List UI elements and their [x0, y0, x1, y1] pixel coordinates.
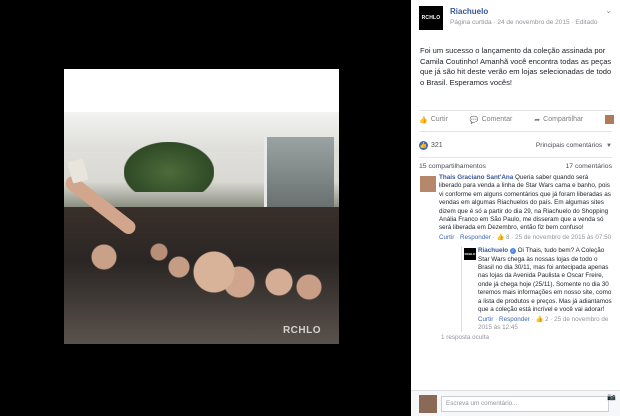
comment-body: Thais Graciano Sant'Ana Queria saber qua… — [439, 174, 612, 233]
reply-reply-link[interactable]: Responder — [499, 316, 530, 323]
comment-date[interactable]: 25 de novembro de 2015 às 07:50 — [515, 234, 611, 241]
like-button[interactable]: 👍 Curtir — [419, 116, 448, 124]
photo-viewer: RCHLO — [0, 0, 411, 416]
post-photo[interactable]: RCHLO — [64, 69, 339, 344]
reply-avatar[interactable]: RCHLO — [464, 248, 476, 261]
like-badge-icon: 👍 — [419, 140, 428, 150]
reply-text: Oi Thais, tudo bem? A Coleção Star Wars … — [478, 247, 612, 314]
avatar — [419, 395, 437, 413]
share-label: Compartilhar — [543, 116, 584, 123]
photo-crowd — [64, 207, 339, 344]
reply-reaction-count[interactable]: 2 — [545, 316, 549, 323]
reply-meta: Curtir · Responder · 👍 2 · 25 de novembr… — [478, 315, 609, 331]
comment-reaction-icon: 👍 — [496, 233, 505, 241]
comment-sort-dropdown[interactable]: Principais comentários ▼ — [536, 142, 612, 149]
commenter-avatar[interactable] — [420, 176, 436, 192]
shares-count-link[interactable]: 15 compartilhamentos — [419, 163, 486, 174]
comment-reaction-count[interactable]: 8 — [506, 234, 510, 241]
post-text: Foi um sucesso o lançamento da coleção a… — [420, 46, 612, 87]
comment-button[interactable]: 💬 Comentar — [470, 116, 512, 124]
reply-item: RCHLO Riachuelo ✓ Oi Thais, tudo bem? A … — [461, 246, 612, 333]
reply-date[interactable]: 25 de novembro de 2015 às 12:45 — [478, 316, 608, 331]
post-actions: 👍 Curtir 💬 Comentar ➦ Compartilhar ▼ — [419, 110, 620, 126]
reply-author-link[interactable]: Riachuelo — [478, 247, 508, 254]
comment-meta: Curtir · Responder · 👍 8 · 25 de novembr… — [439, 233, 612, 241]
share-comment-counts: 15 compartilhamentos 17 comentários — [419, 157, 612, 174]
post-as-selector[interactable]: ▼ — [605, 115, 620, 124]
photo-image: RCHLO — [64, 112, 339, 344]
camera-icon[interactable]: 📷 — [607, 393, 616, 401]
avatar — [605, 115, 615, 124]
likes-count: 321 — [431, 141, 443, 149]
comment-item: Thais Graciano Sant'Ana Queria saber qua… — [419, 174, 612, 333]
share-icon: ➦ — [534, 116, 541, 124]
page-logo[interactable]: RCHLO — [419, 6, 443, 30]
chevron-down-icon[interactable]: ⌄ — [605, 6, 612, 15]
comment-icon: 💬 — [469, 116, 479, 124]
post-header: RCHLO Riachuelo Página curtida · 24 de n… — [411, 0, 620, 38]
comments-count-link[interactable]: 17 comentários — [566, 163, 612, 174]
reply-body: Riachuelo ✓ Oi Thais, tudo bem? A Coleçã… — [478, 247, 612, 314]
post-side-panel: RCHLO Riachuelo Página curtida · 24 de n… — [411, 0, 620, 416]
photo-window — [264, 137, 334, 207]
comment-sort-label: Principais comentários — [535, 141, 603, 149]
photo-plants — [124, 142, 214, 192]
reply-reaction-icon: 👍 — [535, 315, 544, 323]
share-button[interactable]: ➦ Compartilhar — [534, 116, 583, 124]
comment-text: Queria saber quando será liberado para v… — [439, 174, 611, 232]
comment-input[interactable]: Escreva um comentário... — [441, 396, 609, 412]
reactions-summary: 👍 321 Principais comentários ▼ — [419, 131, 612, 153]
comments-list: Thais Graciano Sant'Ana Queria saber qua… — [411, 174, 620, 342]
reply-like-link[interactable]: Curtir — [478, 316, 493, 323]
likes-count-link[interactable]: 👍 321 — [419, 140, 443, 150]
comment-like-link[interactable]: Curtir — [439, 234, 454, 241]
caret-down-icon: ▼ — [606, 142, 612, 149]
hidden-replies-link[interactable]: 1 resposta oculta — [419, 334, 612, 341]
thumbs-up-icon: 👍 — [419, 116, 428, 124]
page-name-link[interactable]: Riachuelo — [450, 7, 488, 16]
comment-author-link[interactable]: Thais Graciano Sant'Ana — [439, 174, 513, 181]
verified-badge-icon: ✓ — [509, 247, 516, 254]
comment-composer: Escreva um comentário... 📷 — [411, 390, 620, 416]
like-label: Curtir — [430, 116, 448, 123]
comment-reply-link[interactable]: Responder — [460, 234, 491, 241]
comment-label: Comentar — [481, 116, 513, 123]
photo-watermark: RCHLO — [282, 325, 321, 336]
post-meta: Página curtida · 24 de novembro de 2015 … — [450, 19, 598, 26]
